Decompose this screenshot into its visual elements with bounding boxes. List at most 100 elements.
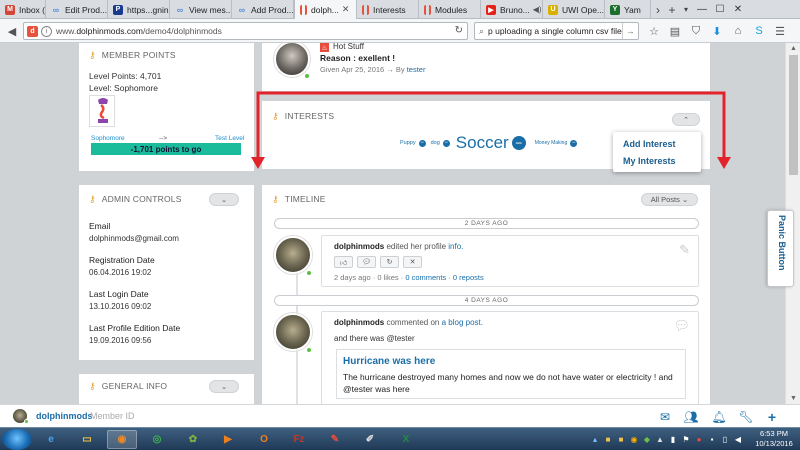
paint-icon[interactable]: ✐ bbox=[355, 430, 385, 449]
search-go-icon[interactable]: → bbox=[622, 23, 638, 39]
windows-start-button[interactable] bbox=[2, 429, 32, 450]
member-id-input[interactable]: Member ID bbox=[90, 411, 135, 421]
tab-dolphinmods-active[interactable]: dolph... ✕ bbox=[294, 0, 357, 19]
new-tab-icon[interactable]: + bbox=[665, 0, 679, 19]
bookmark-star-icon[interactable]: ☆ bbox=[646, 23, 662, 39]
scroll-up-icon[interactable]: ▲ bbox=[786, 43, 800, 54]
tab-edit-product[interactable]: ∞ Edit Prod... bbox=[46, 0, 108, 19]
settings-wrench-icon[interactable]: 🔧︎ bbox=[738, 409, 754, 425]
interest-tag[interactable]: Money Making bbox=[535, 140, 568, 146]
tab-list-icon[interactable]: ▾ bbox=[679, 0, 693, 19]
tray-icon[interactable]: ■ bbox=[616, 434, 626, 444]
comments-link[interactable]: 0 comments bbox=[405, 273, 446, 282]
excel-icon[interactable]: X bbox=[391, 430, 421, 449]
panic-button[interactable]: Panic Button bbox=[767, 210, 794, 287]
back-icon[interactable]: ◀ bbox=[3, 22, 21, 40]
menu-icon[interactable]: ☰ bbox=[772, 23, 788, 39]
search-input[interactable]: ⌕ p uploading a single column csv file → bbox=[474, 22, 639, 40]
blog-post-title[interactable]: Hurricane was here bbox=[343, 356, 435, 367]
post-object-link[interactable]: a blog post. bbox=[442, 318, 483, 327]
interest-tag[interactable]: dog bbox=[431, 140, 440, 146]
remove-interest-icon[interactable]: − bbox=[442, 139, 450, 147]
tray-icon[interactable]: ◆ bbox=[642, 434, 652, 444]
tab-view-messages[interactable]: ∞ View mes... bbox=[170, 0, 232, 19]
close-tab-icon[interactable]: ✕ bbox=[342, 4, 350, 15]
chrome-icon[interactable]: ◎ bbox=[142, 430, 172, 449]
tab-modules[interactable]: Modules bbox=[419, 0, 481, 19]
taskbar-clock[interactable]: 6:53 PM 10/13/2016 bbox=[752, 429, 796, 449]
tray-icon[interactable]: ▴ bbox=[590, 434, 600, 444]
remove-interest-icon[interactable]: − bbox=[570, 139, 578, 147]
scrollbar-thumb[interactable] bbox=[789, 55, 798, 175]
current-level-label: Sophomore bbox=[91, 135, 125, 142]
site-icon: Y bbox=[610, 4, 620, 15]
flag-icon[interactable]: ⚑ bbox=[681, 434, 691, 444]
volume-icon[interactable]: ◀ bbox=[733, 434, 743, 444]
interests-collapse-button[interactable]: ⌃ bbox=[672, 113, 700, 126]
giver-link[interactable]: tester bbox=[407, 65, 426, 74]
tab-inbox[interactable]: MInbox (50... bbox=[0, 0, 46, 19]
tray-icon[interactable]: ■ bbox=[603, 434, 613, 444]
outlook-icon[interactable]: O bbox=[249, 430, 279, 449]
media-player-icon[interactable]: ▶ bbox=[213, 430, 243, 449]
info-icon[interactable]: i bbox=[41, 25, 52, 37]
ie-icon[interactable]: e bbox=[36, 430, 66, 449]
remove-interest-icon[interactable]: − bbox=[511, 136, 526, 150]
speaker-icon[interactable]: ◀) bbox=[533, 5, 542, 14]
tab-paypal[interactable]: Phttps...gnin bbox=[108, 0, 170, 19]
pocket-icon[interactable]: ⛉ bbox=[688, 23, 704, 39]
add-interest-menu-item[interactable]: Add Interest bbox=[623, 139, 676, 149]
repost-button[interactable]: ↻ bbox=[380, 256, 399, 268]
reload-icon[interactable]: ↻ bbox=[455, 25, 463, 36]
next-level-label: Test Level bbox=[215, 135, 245, 142]
tab-yam[interactable]: Y Yam bbox=[605, 0, 651, 19]
post-author-link[interactable]: dolphinmods bbox=[334, 318, 384, 327]
comment-button[interactable]: 💬︎ bbox=[357, 256, 376, 268]
remove-interest-icon[interactable]: − bbox=[418, 139, 426, 147]
tab-scroll-right-icon[interactable]: › bbox=[651, 0, 665, 19]
post-object-link[interactable]: info. bbox=[448, 242, 463, 251]
member-name-link[interactable]: dolphinmods bbox=[36, 411, 93, 421]
skype-icon[interactable]: S bbox=[751, 23, 767, 39]
add-plus-icon[interactable]: + bbox=[764, 409, 780, 425]
post-author-link[interactable]: dolphinmods bbox=[334, 242, 384, 251]
scroll-down-icon[interactable]: ▼ bbox=[786, 393, 800, 404]
filezilla-icon[interactable]: Fz bbox=[284, 430, 314, 449]
network-icon[interactable]: ▮ bbox=[668, 434, 678, 444]
tab-add-product[interactable]: ∞ Add Prod... bbox=[232, 0, 294, 19]
battery-icon[interactable]: ▯ bbox=[720, 434, 730, 444]
firefox-icon[interactable]: ◉ bbox=[107, 430, 137, 449]
friends-icon[interactable]: 👥︎ bbox=[683, 409, 699, 425]
post-avatar[interactable] bbox=[274, 313, 312, 351]
general-collapse-button[interactable]: ⌄ bbox=[209, 380, 239, 393]
frog-app-icon[interactable]: ✿ bbox=[178, 430, 208, 449]
post-avatar[interactable] bbox=[274, 236, 312, 274]
download-icon[interactable]: ⬇ bbox=[709, 23, 725, 39]
eraser-app-icon[interactable]: ✎ bbox=[320, 430, 350, 449]
window-close-icon[interactable]: ✕ bbox=[729, 0, 747, 19]
giver-avatar[interactable] bbox=[274, 43, 310, 77]
tray-icon[interactable]: ▪ bbox=[707, 434, 717, 444]
notifications-bell-icon[interactable]: 🔔︎ bbox=[711, 409, 727, 425]
interest-tag[interactable]: Soccer bbox=[456, 133, 509, 153]
tab-interests[interactable]: Interests bbox=[357, 0, 419, 19]
minimize-icon[interactable]: — bbox=[693, 0, 711, 19]
tray-icon[interactable]: ▲ bbox=[655, 434, 665, 444]
tab-youtube[interactable]: ▶ Bruno... ◀) bbox=[481, 0, 543, 19]
mail-icon[interactable]: ✉ bbox=[657, 409, 673, 425]
maximize-icon[interactable]: ☐ bbox=[711, 0, 729, 19]
home-icon[interactable]: ⌂ bbox=[730, 23, 746, 39]
reposts-link[interactable]: 0 reposts bbox=[453, 273, 484, 282]
explorer-icon[interactable]: ▭ bbox=[72, 430, 102, 449]
tray-icon[interactable]: ◉ bbox=[629, 434, 639, 444]
delete-button[interactable]: ✕ bbox=[403, 256, 422, 268]
my-interests-menu-item[interactable]: My Interests bbox=[623, 156, 676, 166]
address-bar[interactable]: d i www. dolphinmods.com/demo4/dolphinmod… bbox=[23, 22, 468, 40]
all-posts-filter[interactable]: All Posts ⌄ bbox=[641, 193, 698, 206]
interest-tag[interactable]: Puppy bbox=[400, 140, 416, 146]
tray-icon[interactable]: ● bbox=[694, 434, 704, 444]
tab-uwi[interactable]: U UWI Ope... bbox=[543, 0, 605, 19]
admin-collapse-button[interactable]: ⌄ bbox=[209, 193, 239, 206]
like-button[interactable]: 👍︎ bbox=[334, 256, 353, 268]
bookmarks-list-icon[interactable]: ▤ bbox=[667, 23, 683, 39]
